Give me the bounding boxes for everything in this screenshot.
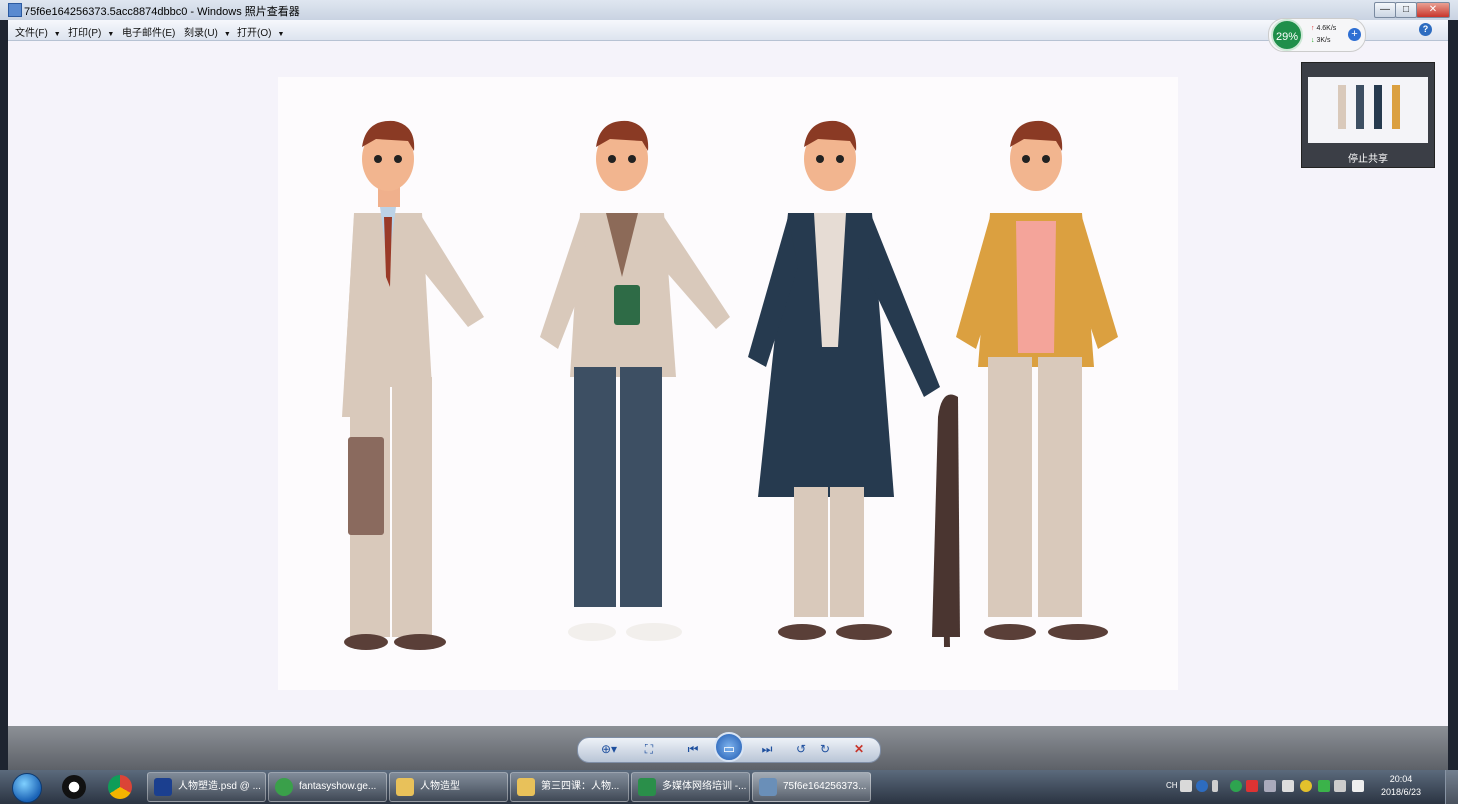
volume-icon[interactable]: [1352, 780, 1364, 792]
taskbar-item-photo-viewer[interactable]: 75f6e164256373...: [752, 772, 871, 802]
clock-date: 2018/6/23: [1380, 787, 1422, 797]
menu-file[interactable]: 文件(F) ▼: [15, 24, 61, 39]
photo-viewer-app-icon: [8, 3, 22, 17]
menu-print-label: 打印(P): [68, 28, 102, 39]
photo-viewer-icon: [759, 778, 777, 796]
wechat-icon[interactable]: [1230, 780, 1242, 792]
clock-time: 20:04: [1389, 774, 1413, 784]
previous-icon[interactable]: ⏮: [676, 741, 710, 757]
plus-icon[interactable]: +: [1348, 28, 1361, 41]
rotate-ccw-icon[interactable]: ↺: [792, 741, 810, 757]
maximize-button[interactable]: □: [1395, 2, 1417, 18]
mail-icon[interactable]: [1246, 780, 1258, 792]
folder-icon: [517, 778, 535, 796]
menu-email-label: 电子邮件(E): [122, 28, 176, 39]
displayed-image: [278, 77, 1178, 690]
help-tray-icon[interactable]: [1196, 780, 1208, 792]
task-label: 第三四课：人物...: [541, 781, 620, 792]
taskbar-item-training[interactable]: 多媒体网络培训 -...: [631, 772, 750, 802]
left-screen-edge: [0, 20, 8, 804]
rotate-cw-icon[interactable]: ↻: [816, 741, 834, 757]
figure-navy-overcoat: [748, 120, 960, 647]
right-screen-edge: [1448, 20, 1458, 804]
network-icon[interactable]: [1282, 780, 1294, 792]
arrow-down-icon: ↓: [1311, 37, 1315, 44]
menu-burn[interactable]: 刻录(U) ▼: [184, 24, 231, 39]
window-title: 75f6e164256373.5acc8874dbbc0 - Windows 照…: [24, 6, 300, 18]
start-button[interactable]: [12, 773, 42, 803]
download-speed: ↓ 3K/s: [1311, 37, 1330, 44]
figure-blazer-jeans: [540, 120, 730, 641]
download-speed-value: 3K/s: [1316, 37, 1331, 44]
upload-speed: ↑ 4.6K/s: [1311, 25, 1336, 32]
chevron-down-icon: ▼: [277, 31, 285, 38]
viewer-controls: ⊕▾ ⛶ ⏮ ▭ ⏭ ↺ ↻ ✕: [577, 732, 881, 763]
system-clock[interactable]: 20:04 2018/6/23: [1378, 773, 1424, 799]
taskbar-item-folder[interactable]: 人物造型: [389, 772, 508, 802]
screen-share-panel: 停止共享: [1301, 62, 1435, 168]
figure-mustard-jacket: [956, 120, 1118, 640]
keyboard-icon[interactable]: [1180, 780, 1192, 792]
taskbar-item-folder-lesson[interactable]: 第三四课：人物...: [510, 772, 629, 802]
tool-icon[interactable]: [1264, 780, 1276, 792]
fit-window-icon[interactable]: ⛶: [640, 741, 658, 757]
cloud-icon[interactable]: [1318, 780, 1330, 792]
share-preview-thumbnail: [1308, 77, 1428, 143]
folder-icon: [396, 778, 414, 796]
menu-print[interactable]: 打印(P) ▼: [68, 24, 114, 39]
illustration-four-men: [342, 120, 1118, 650]
figure-beige-suit: [342, 120, 484, 650]
chevron-down-icon: ▼: [107, 31, 115, 38]
qq-icon[interactable]: [62, 775, 86, 799]
task-label: 人物造型: [420, 781, 460, 792]
network-monitor-widget[interactable]: 29% ↑ 4.6K/s ↓ 3K/s +: [1268, 18, 1366, 52]
chevron-down-icon: ▼: [223, 31, 231, 38]
task-label: 75f6e164256373...: [783, 781, 867, 792]
chrome-icon[interactable]: [108, 775, 132, 799]
help-icon[interactable]: ?: [1419, 23, 1432, 36]
photoshop-icon: [154, 778, 172, 796]
menu-open-label: 打开(O): [237, 28, 272, 39]
delete-icon[interactable]: ✕: [850, 741, 868, 757]
minimize-button[interactable]: —: [1374, 2, 1396, 18]
browser-icon: [275, 778, 293, 796]
menu-email[interactable]: 电子邮件(E): [122, 24, 175, 39]
preview-figures: [1308, 77, 1428, 143]
stop-share-button[interactable]: 停止共享: [1302, 150, 1434, 165]
next-icon[interactable]: ⏭: [750, 741, 784, 757]
slideshow-icon[interactable]: ▭: [714, 732, 744, 762]
task-label: 人物塑造.psd @ ...: [178, 781, 261, 792]
upload-speed-value: 4.6K/s: [1316, 25, 1337, 32]
menu-open[interactable]: 打开(O) ▼: [237, 24, 284, 39]
windows-taskbar: 人物塑造.psd @ ... fantasyshow.ge... 人物造型 第三…: [0, 770, 1458, 804]
arrow-up-icon: ↑: [1311, 25, 1315, 32]
menu-burn-label: 刻录(U): [184, 28, 218, 39]
close-button[interactable]: ✕: [1416, 2, 1450, 18]
menu-file-label: 文件(F): [15, 28, 48, 39]
share-app-icon: [638, 778, 656, 796]
chevron-down-icon[interactable]: [1212, 780, 1218, 792]
show-desktop-button[interactable]: [1445, 770, 1458, 804]
window-titlebar: 75f6e164256373.5acc8874dbbc0 - Windows 照…: [0, 0, 1458, 21]
security-icon[interactable]: [1300, 780, 1312, 792]
task-label: fantasyshow.ge...: [299, 781, 377, 792]
cpu-percent-badge: 29%: [1271, 19, 1303, 51]
taskbar-item-browser[interactable]: fantasyshow.ge...: [268, 772, 387, 802]
chevron-down-icon: ▼: [53, 31, 61, 38]
taskbar-item-photoshop[interactable]: 人物塑造.psd @ ...: [147, 772, 266, 802]
menu-bar: 文件(F) ▼ 打印(P) ▼ 电子邮件(E) 刻录(U) ▼ 打开(O) ▼ ?: [8, 20, 1448, 41]
monitor-icon[interactable]: [1334, 780, 1346, 792]
zoom-icon[interactable]: ⊕▾: [596, 741, 622, 757]
task-label: 多媒体网络培训 -...: [662, 781, 747, 792]
